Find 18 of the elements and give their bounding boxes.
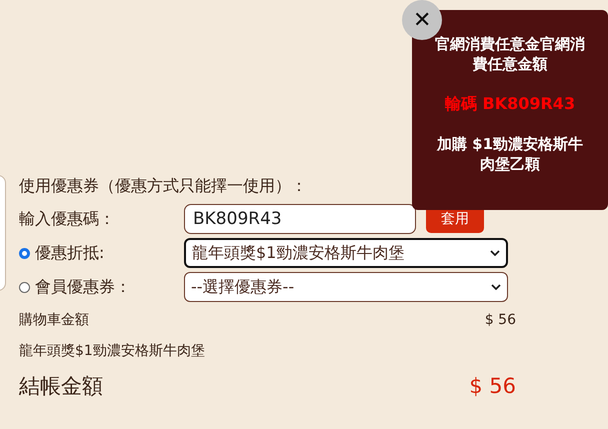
total-label: 結帳金額 bbox=[19, 373, 103, 400]
chevron-icon bbox=[491, 284, 501, 290]
summary-amount: $ 56 bbox=[484, 312, 516, 328]
coupon-dropdown[interactable]: 龍年頭獎$1勁濃安格斯牛肉堡 bbox=[184, 238, 508, 268]
chevron-icon bbox=[490, 250, 500, 256]
total-amount: $ 56 bbox=[469, 374, 516, 398]
promo-code: 輸碼 BK809R43 bbox=[444, 94, 576, 114]
code-label: 輸入優惠碼： bbox=[19, 208, 116, 230]
coupon-dropdown[interactable]: --選擇優惠券-- bbox=[184, 272, 508, 302]
option-label: 優惠折抵: bbox=[35, 242, 106, 264]
coupon-heading: 使用優惠券（優惠方式只能擇一使用）： bbox=[19, 176, 308, 197]
promo-offer: 加購 $1勁濃安格斯牛肉堡乙顆 bbox=[436, 134, 584, 174]
radio-button[interactable] bbox=[19, 248, 30, 258]
radio-button[interactable] bbox=[19, 282, 30, 292]
option-label: 會員優惠券： bbox=[35, 276, 132, 298]
summary-label: 龍年頭獎$1勁濃安格斯牛肉堡 bbox=[19, 342, 205, 360]
coupon-code-field[interactable]: BK809R43 bbox=[184, 204, 416, 234]
summary-label: 購物車金額 bbox=[19, 310, 89, 328]
